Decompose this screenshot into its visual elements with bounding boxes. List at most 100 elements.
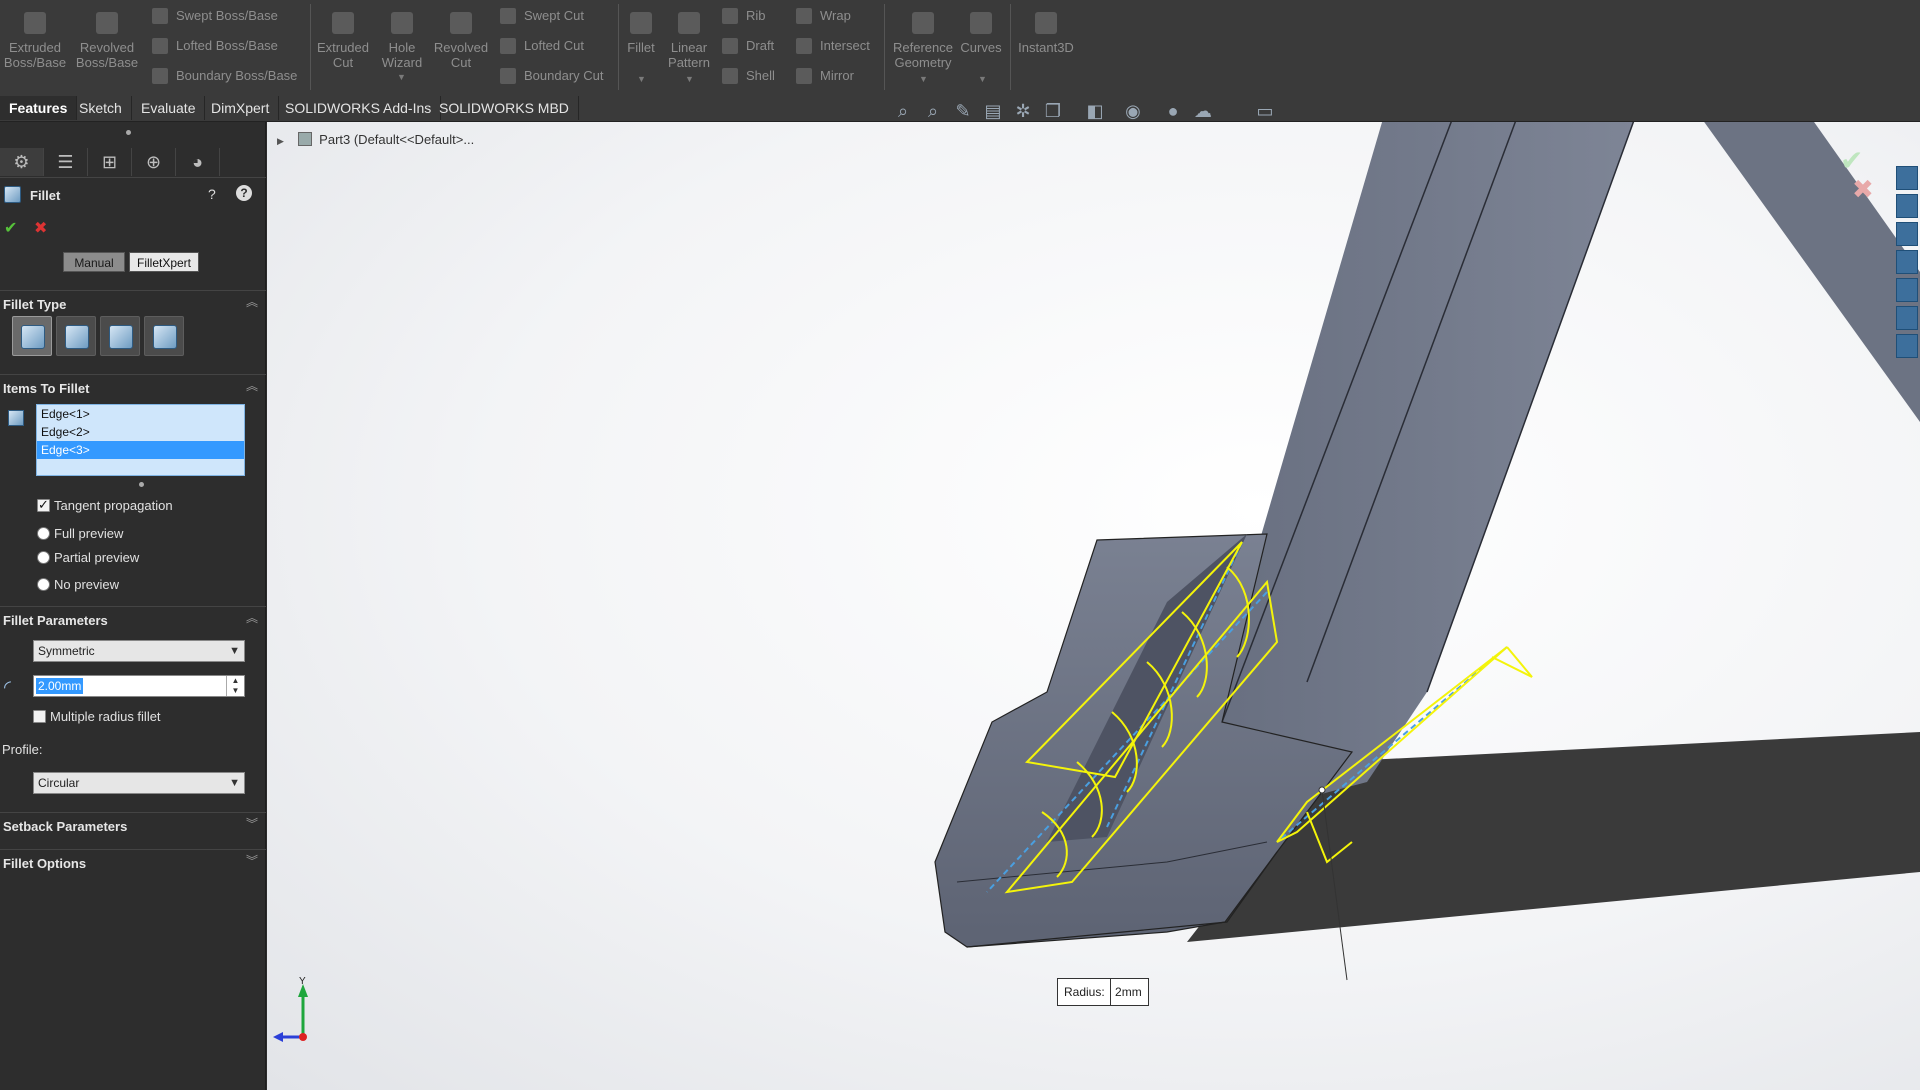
chevron-up-icon[interactable]: ︽ [244,378,260,394]
chevron-up-icon[interactable]: ︽ [244,610,260,626]
design-library-icon[interactable] [1896,194,1918,218]
ok-check-icon[interactable]: ✔ [4,218,17,238]
home-icon[interactable] [1896,166,1918,190]
filletxpert-mode-tab[interactable]: FilletXpert [129,252,199,272]
model-view[interactable]: Y Z ✔ ✖ [267,122,1920,1090]
configuration-manager-tab-icon[interactable]: ⊞ [88,148,132,176]
fillet-parameters-section-header[interactable]: Fillet Parameters ︽ [0,606,266,630]
instant3d-button[interactable]: Instant3D [1012,8,1080,55]
section-view-icon[interactable]: ▤ [982,100,1004,122]
appearances-icon[interactable] [1896,278,1918,302]
variable-size-fillet-button[interactable] [56,316,96,356]
lofted-cut-button[interactable]: Lofted Cut [498,34,584,58]
previous-view-icon[interactable]: ✎ [952,100,974,122]
reference-geometry-button[interactable]: Reference Geometry [888,8,958,70]
curves-button[interactable]: Curves [952,8,1010,55]
list-resize-grip[interactable] [139,482,144,487]
full-preview-radio[interactable] [37,527,50,540]
hide-show-items-icon[interactable]: ◉ [1122,100,1144,122]
constant-size-fillet-button[interactable] [12,316,52,356]
full-round-fillet-button[interactable] [144,316,184,356]
revolved-cut-button[interactable]: Revolved Cut [428,8,494,70]
cancel-x-icon[interactable]: ✖ [34,218,47,238]
reference-geometry-dropdown[interactable]: ▼ [919,74,928,84]
file-explorer-icon[interactable] [1896,222,1918,246]
panel-grip[interactable] [126,130,131,135]
radius-input[interactable]: 2.00mm ▲ ▼ [33,675,245,697]
fillet-options-section-header[interactable]: Fillet Options ︾ [0,849,266,873]
view-settings-icon[interactable]: ▭ [1254,100,1276,122]
hole-wizard-dropdown[interactable]: ▼ [397,72,406,82]
tab-solidworks-mbd[interactable]: SOLIDWORKS MBD [430,96,579,120]
tab-features[interactable]: Features [0,96,78,120]
variable-fillet-icon [65,325,89,349]
rib-button[interactable]: Rib [720,4,766,28]
chevron-up-icon[interactable]: ︽ [244,294,260,310]
help-icon[interactable]: ? [236,185,252,201]
radius-callout[interactable]: Radius: 2mm [1057,978,1149,1006]
list-item-selected[interactable]: Edge<3> [37,441,244,459]
extruded-boss-button[interactable]: Extruded Boss/Base [2,8,68,70]
items-to-fillet-list[interactable]: Edge<1> Edge<2> Edge<3> [36,404,245,476]
confirm-ok-icon[interactable]: ✔ [1840,145,1863,176]
curves-dropdown[interactable]: ▼ [978,74,987,84]
setback-parameters-section-header[interactable]: Setback Parameters ︾ [0,812,266,836]
tab-dimxpert[interactable]: DimXpert [202,96,280,120]
revolved-boss-button[interactable]: Revolved Boss/Base [74,8,140,70]
linear-pattern-button[interactable]: Linear Pattern [656,8,722,70]
zoom-to-area-icon[interactable]: ⌕ [922,100,944,122]
property-manager-tab-icon[interactable]: ☰ [44,148,88,176]
lofted-boss-button[interactable]: Lofted Boss/Base [150,34,278,58]
radius-spinner[interactable]: ▲ ▼ [226,676,244,696]
intersect-button[interactable]: Intersect [794,34,870,58]
manual-mode-tab[interactable]: Manual [63,252,125,272]
tab-solidworks-addins[interactable]: SOLIDWORKS Add-Ins [276,96,442,120]
feature-manager-tab-icon[interactable]: ⚙ [0,148,44,176]
tab-sketch[interactable]: Sketch [70,96,132,120]
fillet-type-section-header[interactable]: Fillet Type ︽ [0,290,266,314]
extrude-icon [24,12,46,34]
view-palette-icon[interactable] [1896,250,1918,274]
linear-pattern-dropdown[interactable]: ▼ [685,74,694,84]
mirror-button[interactable]: Mirror [794,64,854,88]
partial-preview-radio[interactable] [37,551,50,564]
draft-button[interactable]: Draft [720,34,774,58]
fillet-method-select[interactable]: Symmetric ▼ [33,640,245,662]
hole-wizard-button[interactable]: Hole Wizard [369,8,435,70]
fillet-dropdown[interactable]: ▼ [637,74,646,84]
items-to-fillet-section-header[interactable]: Items To Fillet ︽ [0,374,266,398]
swept-cut-button[interactable]: Swept Cut [498,4,584,28]
dynamic-annotation-icon[interactable]: ✲ [1012,100,1034,122]
list-item[interactable]: Edge<1> [37,405,244,423]
edit-appearance-icon[interactable]: ● [1162,100,1184,122]
display-style-icon[interactable]: ◧ [1084,100,1106,122]
manager-tabs: ⚙ ☰ ⊞ ⊕ ◕ [0,146,266,178]
view-orientation-icon[interactable]: ❐ [1042,100,1064,122]
confirm-cancel-icon[interactable]: ✖ [1852,174,1874,204]
swept-boss-button[interactable]: Swept Boss/Base [150,4,278,28]
tab-evaluate[interactable]: Evaluate [132,96,206,120]
zoom-to-fit-icon[interactable]: ⌕ [892,100,914,122]
shell-button[interactable]: Shell [720,64,775,88]
dimxpert-manager-tab-icon[interactable]: ⊕ [132,148,176,176]
boundary-cut-button[interactable]: Boundary Cut [498,64,604,88]
edge-selection-icon [8,410,24,426]
custom-properties-icon[interactable] [1896,306,1918,330]
tangent-propagation-checkbox[interactable] [37,497,50,513]
help-dynamic-icon[interactable]: ? [208,186,216,202]
wrap-button[interactable]: Wrap [794,4,851,28]
boundary-boss-button[interactable]: Boundary Boss/Base [150,64,297,88]
apply-scene-icon[interactable]: ☁ [1192,100,1214,122]
list-item[interactable]: Edge<2> [37,423,244,441]
no-preview-radio[interactable] [37,578,50,591]
chevron-down-icon: ▼ [229,777,240,789]
multiple-radius-checkbox[interactable] [33,710,46,723]
forum-icon[interactable] [1896,334,1918,358]
chevron-down-icon[interactable]: ︾ [244,853,260,869]
display-manager-tab-icon[interactable]: ◕ [176,148,220,176]
face-fillet-button[interactable] [100,316,140,356]
graphics-area[interactable]: ▶ Part3 (Default<<Default>... Y ✔ ✖ Radi… [267,122,1920,1090]
chevron-down-icon[interactable]: ︾ [244,816,260,832]
profile-select[interactable]: Circular ▼ [33,772,245,794]
extruded-cut-button[interactable]: Extruded Cut [310,8,376,70]
